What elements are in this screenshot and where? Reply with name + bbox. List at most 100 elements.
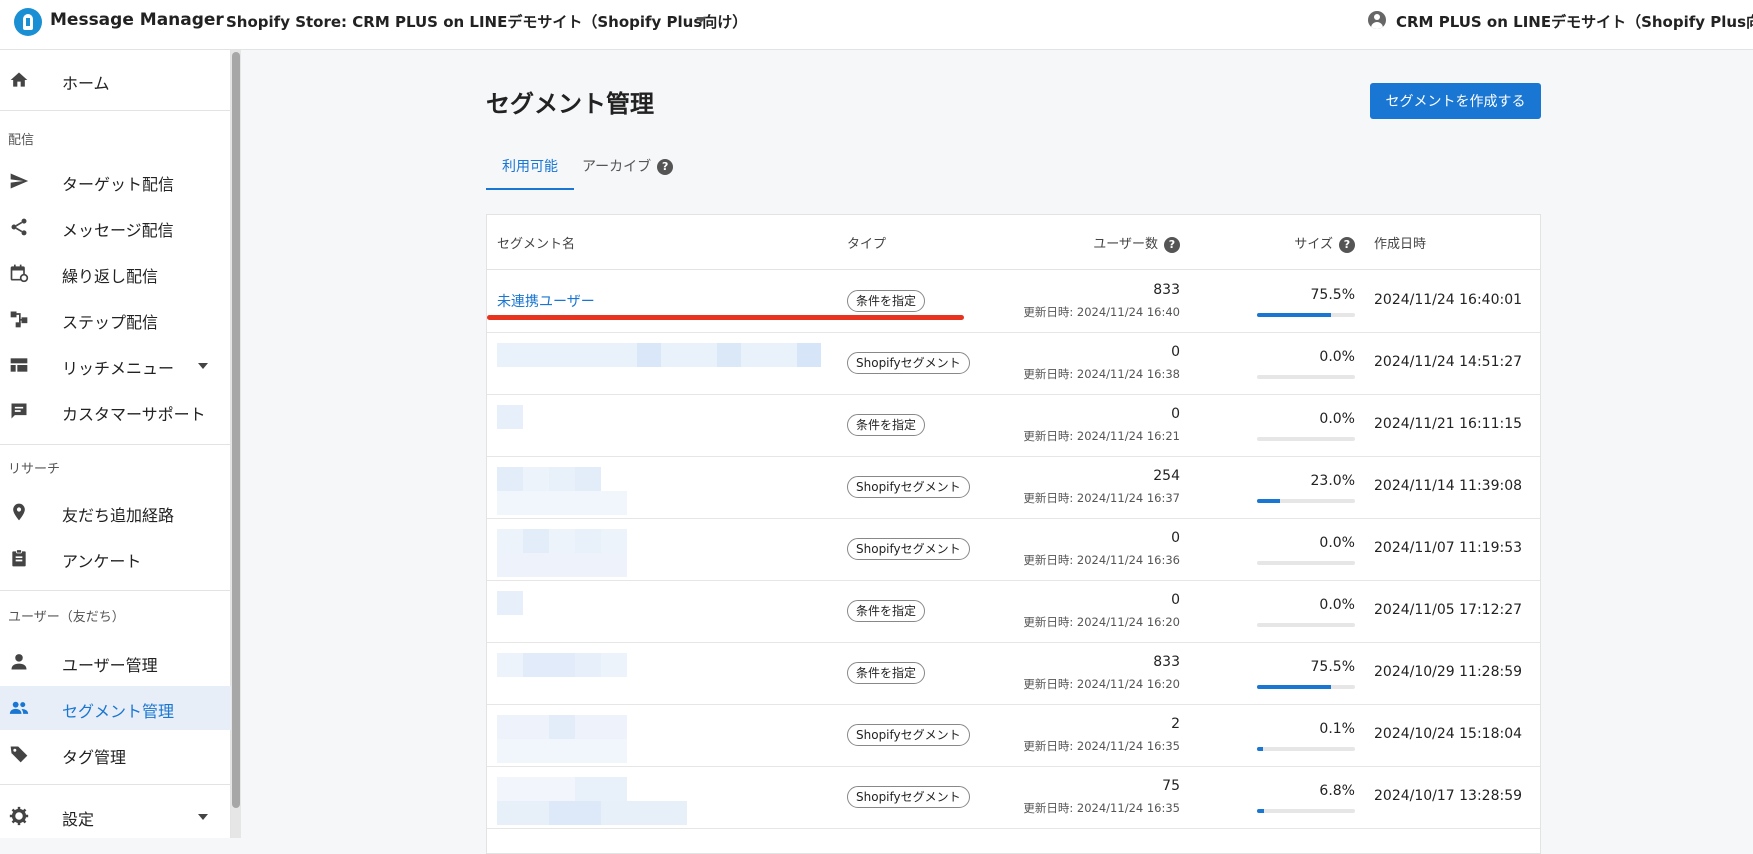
type-chip: 条件を指定 — [847, 600, 926, 622]
divider — [0, 590, 231, 591]
account-icon[interactable] — [1368, 11, 1386, 29]
table-row[interactable]: Shopifyセグメント 0 更新日時: 2024/11/24 16:36 0.0% 2… — [487, 519, 1540, 581]
type-chip: Shopifyセグメント — [847, 786, 970, 808]
column-header-name: セグメント名 — [497, 237, 576, 252]
table-row[interactable]: Shopifyセグメント 254 更新日時: 2024/11/24 16:37 23.… — [487, 457, 1540, 519]
chevron-down-icon[interactable] — [696, 17, 706, 23]
updated-time: 更新日時: 2024/11/24 16:20 — [1023, 615, 1180, 629]
column-header-users: ユーザー数? — [1093, 233, 1180, 253]
created-at: 2024/11/24 14:51:27 — [1374, 354, 1523, 370]
divider — [487, 269, 1540, 270]
account-name[interactable]: CRM PLUS on LINEデモサイト（Shopify Plus向け） — [1396, 11, 1753, 32]
grid-layout-icon — [8, 355, 30, 375]
user-count: 0 — [1171, 344, 1180, 360]
size-percent: 75.5% — [1310, 659, 1355, 675]
section-label-delivery: 配信 — [8, 133, 35, 148]
updated-time: 更新日時: 2024/11/24 16:40 — [1023, 305, 1180, 319]
group-icon — [8, 698, 30, 718]
size-progress-bar — [1257, 561, 1355, 565]
type-chip: 条件を指定 — [847, 290, 926, 312]
user-count: 0 — [1171, 406, 1180, 422]
store-selector[interactable]: Shopify Store: CRM PLUS on LINEデモサイト（Sho… — [226, 11, 747, 32]
share-icon — [8, 217, 30, 237]
sidebar-item-message-delivery[interactable]: メッセージ配信 — [0, 205, 231, 249]
chevron-down-icon[interactable] — [198, 363, 208, 369]
user-count: 254 — [1153, 468, 1180, 484]
created-at: 2024/10/29 11:28:59 — [1374, 664, 1523, 680]
updated-time: 更新日時: 2024/11/24 16:20 — [1023, 677, 1180, 691]
create-segment-button[interactable]: セグメントを作成する — [1370, 83, 1541, 119]
table-row[interactable]: Shopifyセグメント 75 更新日時: 2024/11/24 16:35 6.8%… — [487, 767, 1540, 829]
divider — [0, 784, 231, 785]
tab-archive[interactable]: アーカイブ? — [582, 152, 682, 194]
sidebar-item-repeat-delivery[interactable]: 繰り返し配信 — [0, 251, 231, 295]
sidebar-scroll-thumb[interactable] — [232, 52, 240, 808]
tab-available[interactable]: 利用可能 — [486, 152, 574, 190]
created-at: 2024/11/14 11:39:08 — [1374, 478, 1523, 494]
sidebar-item-label: ホーム — [62, 74, 110, 93]
size-progress-fill — [1257, 747, 1263, 751]
user-count: 0 — [1171, 592, 1180, 608]
user-count: 75 — [1162, 778, 1180, 794]
user-count: 833 — [1153, 654, 1180, 670]
sidebar-item-tag-management[interactable]: タグ管理 — [0, 732, 231, 776]
sidebar-item-label: ターゲット配信 — [62, 175, 175, 194]
sidebar-item-friend-route[interactable]: 友だち追加経路 — [0, 490, 231, 534]
table-row[interactable]: 条件を指定 0 更新日時: 2024/11/24 16:20 0.0% 2024/11/… — [487, 581, 1540, 643]
app-logo-icon — [14, 8, 42, 36]
user-count: 833 — [1153, 282, 1180, 298]
help-icon[interactable]: ? — [657, 159, 674, 175]
help-icon[interactable]: ? — [1164, 236, 1180, 253]
table-row[interactable]: Shopifyセグメント 0 更新日時: 2024/11/24 16:38 0.0% 2… — [487, 333, 1540, 395]
section-label-research: リサーチ — [8, 462, 61, 477]
updated-time: 更新日時: 2024/11/24 16:38 — [1023, 367, 1180, 381]
sidebar-item-settings[interactable]: 設定 — [0, 794, 231, 838]
size-progress-bar — [1257, 623, 1355, 627]
type-chip: 条件を指定 — [847, 414, 926, 436]
sidebar-item-rich-menu[interactable]: リッチメニュー — [0, 343, 231, 387]
size-percent: 23.0% — [1310, 473, 1355, 489]
sidebar: ホーム 配信 ターゲット配信 メッセージ配信 繰り返し配信 ステップ配信 リッチ… — [0, 50, 231, 838]
table-row[interactable]: 条件を指定 833 更新日時: 2024/11/24 16:20 75.5% 2024/… — [487, 643, 1540, 705]
highlight-underline — [487, 315, 964, 320]
sidebar-item-label: カスタマーサポート — [62, 405, 206, 424]
location-pin-icon — [8, 502, 30, 522]
sidebar-item-survey[interactable]: アンケート — [0, 536, 231, 580]
sidebar-item-segment-management[interactable]: セグメント管理 — [0, 686, 231, 730]
size-percent: 0.0% — [1319, 535, 1355, 551]
type-chip: Shopifyセグメント — [847, 352, 970, 374]
table-row[interactable]: 未連携ユーザー 条件を指定 833 更新日時: 2024/11/24 16:40 75.… — [487, 271, 1540, 333]
table-row[interactable]: Shopifyセグメント 2 更新日時: 2024/11/24 16:35 0.1% 2… — [487, 705, 1540, 767]
segment-name-link[interactable]: 未連携ユーザー — [497, 291, 595, 311]
sidebar-item-user-management[interactable]: ユーザー管理 — [0, 640, 231, 684]
sidebar-item-label: 友だち追加経路 — [62, 506, 175, 525]
column-header-label: ユーザー数 — [1093, 237, 1158, 252]
sidebar-item-step-delivery[interactable]: ステップ配信 — [0, 297, 231, 341]
app-name: Message Manager — [50, 10, 224, 30]
help-icon[interactable]: ? — [1339, 236, 1355, 253]
size-progress-fill — [1257, 499, 1280, 503]
updated-time: 更新日時: 2024/11/24 16:35 — [1023, 739, 1180, 753]
created-at: 2024/11/24 16:40:01 — [1374, 292, 1523, 308]
sidebar-item-label: タグ管理 — [62, 748, 127, 767]
divider — [0, 110, 231, 111]
sidebar-item-label: ユーザー管理 — [62, 656, 158, 675]
send-icon — [8, 171, 30, 191]
sidebar-item-target-delivery[interactable]: ターゲット配信 — [0, 159, 231, 203]
section-label-users: ユーザー（友だち） — [8, 610, 125, 625]
created-at: 2024/11/07 11:19:53 — [1374, 540, 1523, 556]
sidebar-item-customer-support[interactable]: カスタマーサポート — [0, 389, 231, 433]
size-progress-bar — [1257, 499, 1355, 503]
table-row[interactable]: 条件を指定 0 更新日時: 2024/11/24 16:21 0.0% 2024/11/… — [487, 395, 1540, 457]
top-bar: Message Manager Shopify Store: CRM PLUS … — [0, 0, 1753, 50]
flow-icon — [8, 309, 30, 329]
size-percent: 0.1% — [1319, 721, 1355, 737]
sidebar-item-label: セグメント管理 — [62, 702, 175, 721]
chat-icon — [8, 401, 30, 421]
calendar-repeat-icon — [8, 263, 30, 283]
home-icon — [8, 70, 30, 90]
size-progress-fill — [1257, 809, 1264, 813]
updated-time: 更新日時: 2024/11/24 16:37 — [1023, 491, 1180, 505]
sidebar-item-home[interactable]: ホーム — [0, 58, 231, 102]
chevron-down-icon[interactable] — [198, 814, 208, 820]
